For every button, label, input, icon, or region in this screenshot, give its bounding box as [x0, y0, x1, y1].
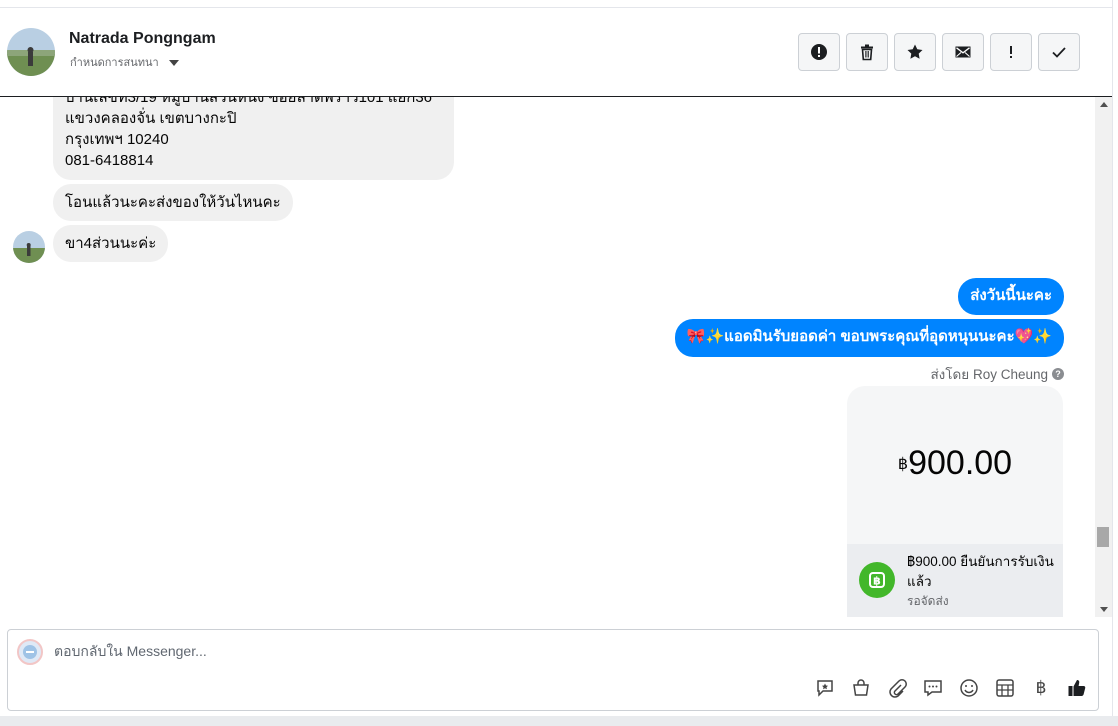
- table-icon[interactable]: [994, 677, 1016, 699]
- star-icon: [907, 44, 923, 59]
- composer-toolbar: ฿: [814, 677, 1088, 699]
- scroll-down-arrow-icon[interactable]: [1100, 607, 1108, 612]
- caret-down-icon: [168, 60, 179, 66]
- exclamation-icon: [1010, 46, 1012, 58]
- baht-icon[interactable]: ฿: [1030, 677, 1052, 699]
- conversation-toolbar: [798, 33, 1080, 71]
- payment-status: ฿900.00 ยืนยันการรับเงินแล้ว: [907, 554, 1054, 589]
- contact-avatar[interactable]: [7, 28, 55, 76]
- message-line: แขวงคลองจั่น เขตบางกะปิ: [65, 110, 237, 127]
- reply-composer: ฿: [7, 629, 1099, 711]
- payment-footer: ฿ ฿900.00 ยืนยันการรับเงินแล้ว รอจัดส่ง: [847, 544, 1063, 617]
- page-avatar: [17, 639, 43, 665]
- alert-circle-icon: [811, 44, 827, 60]
- thread-scrollbar[interactable]: [1095, 97, 1112, 617]
- message-line: บ้านเลขที่3/19 หมู่บ้านสวนหนึ่ง ซอยลาดพร…: [65, 97, 433, 106]
- bottom-strip: [0, 716, 1118, 726]
- sent-by-text: ส่งโดย Roy Cheung: [930, 367, 1048, 382]
- incoming-message: โอนแล้วนะคะส่งของให้วันไหนคะ: [53, 184, 293, 221]
- check-icon: [1052, 47, 1066, 58]
- outgoing-message: 🎀✨แอดมินรับยอดค่า ขอบพระคุณที่อุดหนุนนะค…: [674, 319, 1064, 357]
- scroll-thumb[interactable]: [1097, 527, 1109, 547]
- incoming-message-address: บ้านเลขที่3/19 หมู่บ้านสวนหนึ่ง ซอยลาดพร…: [53, 97, 454, 180]
- help-icon[interactable]: ?: [1052, 368, 1064, 380]
- currency-symbol: ฿: [897, 456, 909, 473]
- conversation-settings-dropdown[interactable]: กำหนดการสนทนา: [70, 53, 179, 71]
- thumbs-up-icon[interactable]: [1066, 677, 1088, 699]
- incoming-message: ขา4ส่วนนะค่ะ: [53, 225, 169, 262]
- svg-text:฿: ฿: [873, 575, 881, 588]
- shopping-bag-icon[interactable]: [850, 677, 872, 699]
- report-spam-button[interactable]: [798, 33, 840, 71]
- message-line: กรุงเทพฯ 10240: [65, 131, 169, 148]
- outgoing-message: ส่งวันนี้นะคะ: [958, 278, 1064, 315]
- conversation-header: Natrada Pongngam กำหนดการสนทนา: [0, 8, 1118, 97]
- amount-value: 900.00: [908, 444, 1013, 482]
- saved-reply-icon[interactable]: [814, 677, 836, 699]
- mark-unread-button[interactable]: [942, 33, 984, 71]
- contact-avatar-small: [13, 231, 45, 263]
- payment-amount: ฿900.00: [847, 444, 1063, 483]
- follow-up-button[interactable]: [990, 33, 1032, 71]
- star-button[interactable]: [894, 33, 936, 71]
- top-border: [0, 0, 1118, 8]
- conversation-settings-label: กำหนดการสนทนา: [70, 56, 159, 69]
- payment-confirmed-icon: ฿: [859, 562, 895, 598]
- message-thread[interactable]: บ้านเลขที่3/19 หมู่บ้านสวนหนึ่ง ซอยลาดพร…: [0, 97, 1095, 617]
- sent-by-label: ส่งโดย Roy Cheung ?: [930, 363, 1064, 385]
- scroll-up-arrow-icon[interactable]: [1100, 102, 1108, 107]
- delete-button[interactable]: [846, 33, 888, 71]
- smiley-icon[interactable]: [958, 677, 980, 699]
- page-right-edge: [1112, 0, 1118, 726]
- mark-done-button[interactable]: [1038, 33, 1080, 71]
- paperclip-icon[interactable]: [886, 677, 908, 699]
- reply-input[interactable]: [54, 643, 754, 659]
- message-line: 081-6418814: [65, 152, 154, 169]
- chat-bubbles-icon[interactable]: [922, 677, 944, 699]
- envelope-icon: [955, 46, 971, 58]
- trash-icon: [861, 44, 873, 61]
- payment-substatus: รอจัดส่ง: [907, 594, 949, 608]
- contact-name[interactable]: Natrada Pongngam: [69, 30, 216, 48]
- payment-card[interactable]: ฿900.00 ฿ ฿900.00 ยืนยันการรับเงินแล้ว ร…: [847, 386, 1063, 617]
